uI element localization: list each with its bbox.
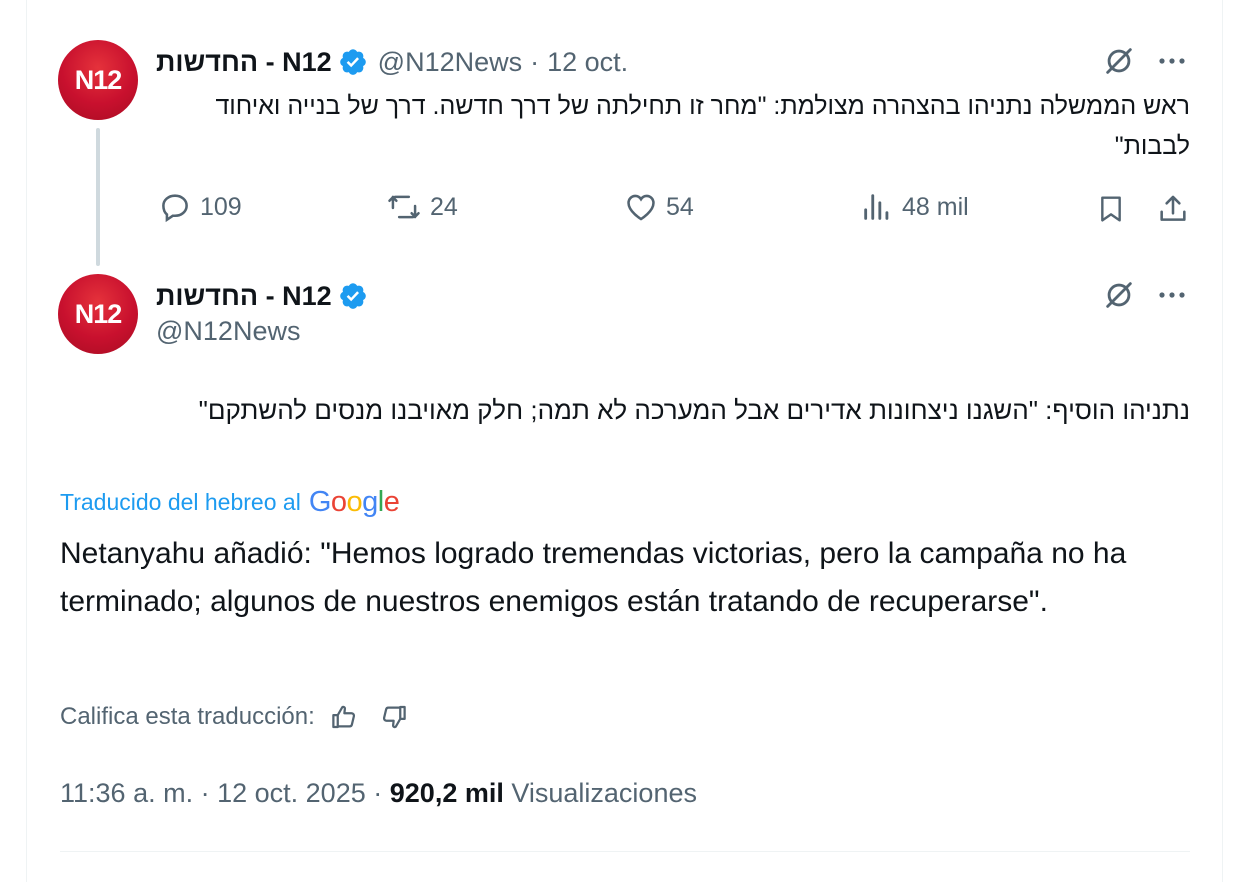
thumbs-down-icon[interactable] [379, 702, 409, 732]
repost-button[interactable]: 24 [386, 190, 458, 224]
separator: · [530, 46, 540, 77]
more-icon[interactable] [1152, 276, 1192, 314]
grok-icon[interactable] [1100, 276, 1138, 314]
verified-badge-icon [339, 49, 366, 75]
views-icon [864, 194, 889, 220]
views-count: 48 mil [902, 192, 969, 221]
bookmark-icon[interactable] [1092, 190, 1130, 228]
reply-icon [162, 194, 188, 223]
tweet-time[interactable]: 11:36 a. m. [60, 778, 193, 808]
timestamp[interactable]: 12 oct. [547, 47, 628, 78]
tweet-meta: 11:36 a. m. · 12 oct. 2025 · 920,2 mil V… [60, 778, 697, 809]
tweet-date[interactable]: 12 oct. 2025 [217, 778, 366, 808]
grok-icon[interactable] [1100, 42, 1138, 80]
verified-badge-icon [339, 283, 366, 309]
more-icon[interactable] [1152, 42, 1192, 80]
separator: · [200, 778, 210, 808]
separator: · [373, 778, 383, 808]
handle[interactable]: @N12News [156, 316, 300, 347]
tweet-text: נתניהו הוסיף: "השגנו ניצחונות אדירים אבל… [198, 395, 1190, 425]
share-icon[interactable] [1154, 190, 1192, 228]
tweet-header: N12 - החדשות [156, 276, 368, 316]
like-icon [627, 194, 655, 221]
translation-label: Traducido del hebreo al [60, 489, 301, 515]
thread-connector [96, 128, 100, 266]
translated-text: Netanyahu añadió: "Hemos logrado tremend… [60, 537, 1127, 618]
view-count: 920,2 mil [389, 778, 504, 808]
views-label: Visualizaciones [511, 778, 697, 808]
handle[interactable]: @N12News [378, 47, 522, 78]
rate-translation: Califica esta traducción: [60, 702, 409, 732]
reply-button[interactable]: 109 [158, 190, 242, 224]
tweet-text: ראש הממשלה נתניהו בהצהרה מצולמת: "מחר זו… [215, 92, 1190, 160]
reply-count: 109 [200, 192, 242, 221]
translation-attribution[interactable]: Traducido del hebreo al Google [60, 486, 400, 519]
avatar[interactable]: N12 [58, 274, 138, 354]
tweet-header: N12 - החדשות @N12News · 12 oct. [156, 42, 628, 82]
display-name[interactable]: N12 - החדשות [156, 281, 332, 312]
repost-count: 24 [430, 192, 458, 221]
like-button[interactable]: 54 [624, 190, 694, 224]
google-logo: Google [308, 486, 400, 518]
divider [60, 851, 1190, 852]
avatar-logo: N12 [74, 298, 123, 329]
views-button[interactable]: 48 mil [860, 190, 969, 224]
thumbs-up-icon[interactable] [329, 702, 359, 732]
repost-icon [388, 195, 420, 219]
display-name[interactable]: N12 - החדשות [156, 47, 332, 78]
rate-label: Califica esta traducción: [60, 703, 315, 730]
avatar-logo: N12 [74, 64, 123, 95]
avatar[interactable]: N12 [58, 40, 138, 120]
like-count: 54 [666, 192, 694, 221]
